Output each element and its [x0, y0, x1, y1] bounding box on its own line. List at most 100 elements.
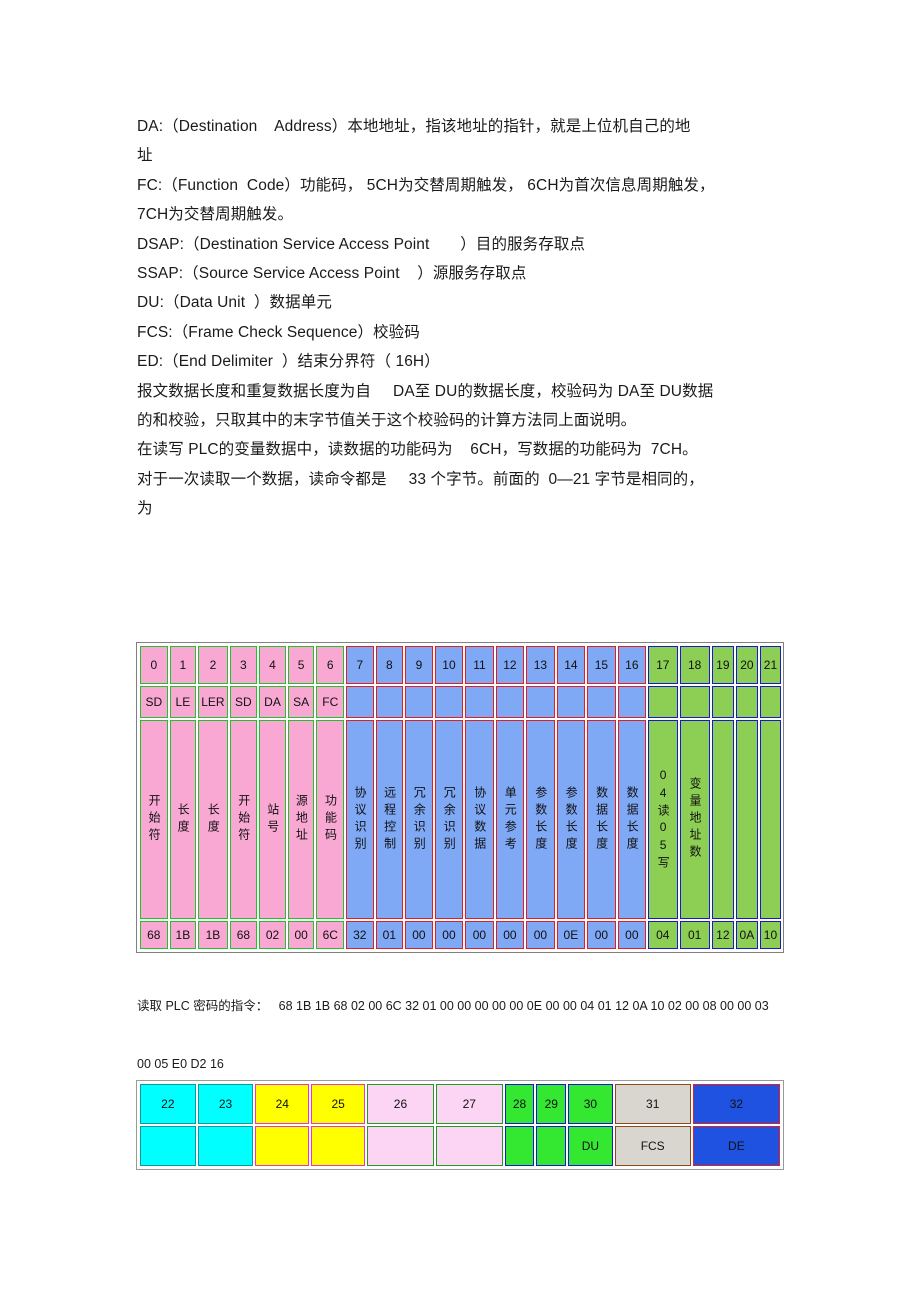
- byte-column-4: 4 DA 站号 02: [259, 646, 286, 949]
- paragraph-dsap: DSAP:（Destination Service Access Point ）…: [137, 235, 586, 253]
- byte-hex-cell: 68: [140, 921, 168, 949]
- tail-index-cell: 27: [435, 1084, 503, 1124]
- byte-index-cell: 18: [679, 646, 710, 684]
- byte-desc-cell: 功能码: [316, 720, 345, 919]
- byte-index-cell: 0: [140, 646, 168, 684]
- byte-abbr-cell: [526, 686, 555, 718]
- document-page: DA:（Destination Address）本地地址，指该地址的指针，就是上…: [0, 0, 920, 1303]
- byte-index-cell: 17: [648, 646, 678, 684]
- byte-hex-cell: 12: [711, 921, 734, 949]
- byte-desc-cell: 参数长度: [556, 720, 586, 919]
- byte-desc-cell: 冗余识别: [434, 720, 464, 919]
- byte-desc-cell: 远程控制: [375, 720, 404, 919]
- tail-column-31: 31 FCS: [614, 1084, 691, 1166]
- byte-column-6: 6 FC 功能码 6C: [316, 646, 345, 949]
- byte-desc-cell: 数据长度: [617, 720, 647, 919]
- byte-hex-cell: 01: [679, 921, 710, 949]
- byte-hex-cell: 00: [617, 921, 647, 949]
- tail-column-30: 30 DU: [568, 1084, 613, 1166]
- byte-column-14: 14 参数长度 0E: [556, 646, 586, 949]
- tail-index-cell: 25: [311, 1084, 366, 1124]
- tail-index-cell: 28: [504, 1084, 535, 1124]
- tail-label-cell: [255, 1126, 310, 1166]
- byte-abbr-cell: [465, 686, 494, 718]
- paragraph-ed: ED:（End Delimiter ）结束分界符（ 16H）: [137, 353, 440, 371]
- byte-desc-cell: 协议数据: [465, 720, 494, 919]
- tail-byte-table: 22 23 24 25 26 27 28 29 30 DU 31 FCS 32 DE: [136, 1080, 784, 1170]
- byte-abbr-cell: [346, 686, 374, 718]
- byte-desc-cell: 协议识别: [346, 720, 374, 919]
- byte-column-16: 16 数据长度 00: [617, 646, 647, 949]
- byte-desc-cell: 源地址: [287, 720, 315, 919]
- byte-abbr-cell: FC: [316, 686, 345, 718]
- byte-abbr-cell: [405, 686, 433, 718]
- tail-index-cell: 32: [692, 1084, 780, 1124]
- byte-desc-cell: 04读05写: [648, 720, 678, 919]
- byte-abbr-cell: [375, 686, 404, 718]
- byte-index-cell: 4: [259, 646, 286, 684]
- byte-column-9: 9 冗余识别 00: [405, 646, 433, 949]
- byte-column-5: 5 SA 源地址 00: [287, 646, 315, 949]
- tail-table-grid: 22 23 24 25 26 27 28 29 30 DU 31 FCS 32 DE: [140, 1084, 780, 1166]
- byte-desc-cell: 冗余识别: [405, 720, 433, 919]
- tail-index-cell: 26: [367, 1084, 434, 1124]
- byte-abbr-cell: DA: [259, 686, 286, 718]
- byte-abbr-cell: [679, 686, 710, 718]
- byte-column-3: 3 SD 开始符 68: [229, 646, 258, 949]
- tail-label-cell: [435, 1126, 503, 1166]
- byte-layout-table: 0 SD 开始符 68 1 LE 长度 1B 2 LER 长度 1B 3 SD 开始符 68 4 DA 站号 02 5 S…: [136, 642, 784, 953]
- tail-column-23: 23: [197, 1084, 254, 1166]
- byte-abbr-cell: SD: [140, 686, 168, 718]
- byte-hex-cell: 02: [259, 921, 286, 949]
- byte-column-15: 15 数据长度 00: [587, 646, 616, 949]
- byte-index-cell: 7: [346, 646, 374, 684]
- byte-column-21: 21 10: [759, 646, 782, 949]
- byte-column-18: 18 变量地址数 01: [679, 646, 710, 949]
- tail-column-26: 26: [367, 1084, 434, 1166]
- byte-index-cell: 2: [198, 646, 228, 684]
- byte-desc-cell: 开始符: [140, 720, 168, 919]
- byte-abbr-cell: LE: [169, 686, 197, 718]
- byte-column-11: 11 协议数据 00: [465, 646, 494, 949]
- byte-hex-cell: 1B: [169, 921, 197, 949]
- byte-index-cell: 13: [526, 646, 555, 684]
- paragraph-fc: FC:（Function Code）功能码， 5CH为交替周期触发， 6CH为首…: [137, 176, 715, 224]
- byte-abbr-cell: [617, 686, 647, 718]
- byte-desc-cell: 参数长度: [526, 720, 555, 919]
- byte-index-cell: 5: [287, 646, 315, 684]
- tail-index-cell: 22: [140, 1084, 196, 1124]
- byte-hex-cell: 68: [229, 921, 258, 949]
- byte-desc-cell: 长度: [169, 720, 197, 919]
- byte-column-17: 17 04读05写 04: [648, 646, 678, 949]
- byte-hex-cell: 1B: [198, 921, 228, 949]
- tail-index-cell: 31: [614, 1084, 691, 1124]
- tail-label-cell: [311, 1126, 366, 1166]
- byte-index-cell: 11: [465, 646, 494, 684]
- byte-hex-cell: 00: [587, 921, 616, 949]
- byte-desc-cell: [759, 720, 782, 919]
- read-password-instruction: 读取 PLC 密码的指令： 68 1B 1B 68 02 00 6C 32 01…: [137, 999, 769, 1071]
- byte-hex-cell: 00: [465, 921, 494, 949]
- byte-column-20: 20 0A: [735, 646, 758, 949]
- byte-abbr-cell: [648, 686, 678, 718]
- byte-abbr-cell: [434, 686, 464, 718]
- byte-desc-cell: 单元参考: [495, 720, 525, 919]
- byte-hex-cell: 0A: [735, 921, 758, 949]
- byte-hex-cell: 00: [495, 921, 525, 949]
- tail-column-32: 32 DE: [692, 1084, 780, 1166]
- byte-index-cell: 21: [759, 646, 782, 684]
- tail-label-cell: [536, 1126, 567, 1166]
- tail-index-cell: 24: [255, 1084, 310, 1124]
- byte-hex-cell: 10: [759, 921, 782, 949]
- byte-hex-cell: 32: [346, 921, 374, 949]
- tail-column-24: 24: [255, 1084, 310, 1166]
- byte-abbr-cell: [711, 686, 734, 718]
- tail-column-22: 22: [140, 1084, 196, 1166]
- tail-index-cell: 29: [536, 1084, 567, 1124]
- byte-hex-cell: 00: [526, 921, 555, 949]
- byte-index-cell: 10: [434, 646, 464, 684]
- byte-abbr-cell: SD: [229, 686, 258, 718]
- byte-table-grid: 0 SD 开始符 68 1 LE 长度 1B 2 LER 长度 1B 3 SD 开始符 68 4 DA 站号 02 5 S…: [140, 646, 782, 949]
- byte-index-cell: 1: [169, 646, 197, 684]
- paragraph-rw-code: 在读写 PLC的变量数据中，读数据的功能码为 6CH，写数据的功能码为 7CH。: [137, 441, 698, 459]
